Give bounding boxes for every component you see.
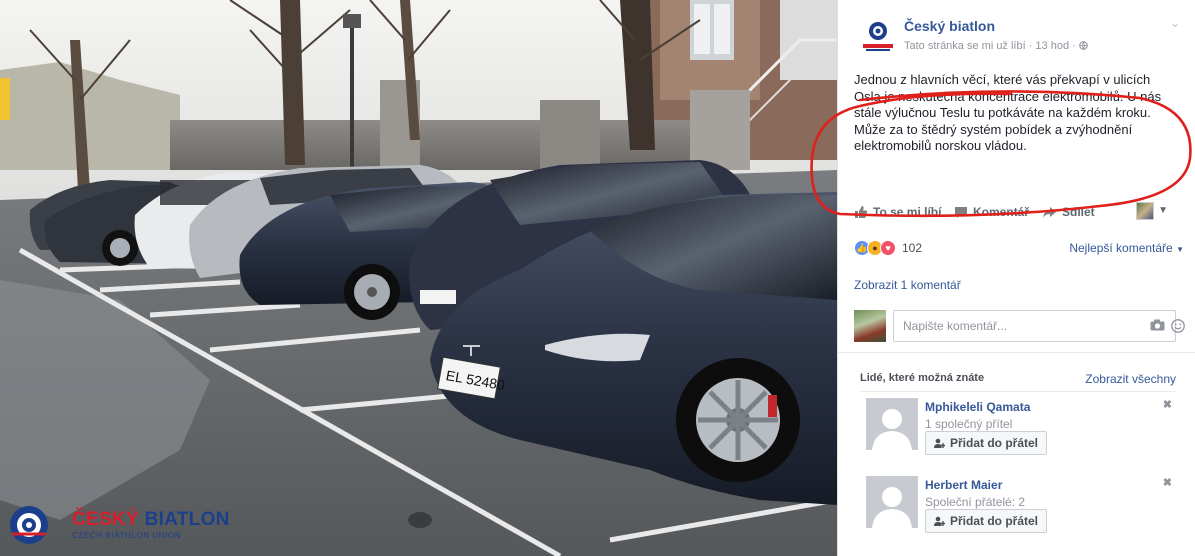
people-you-may-know-header: Lidé, které možná znáte Zobrazit všechny: [860, 372, 1176, 392]
share-icon: [1043, 206, 1056, 218]
post-header: Český biatlon Tato stránka se mi už líbí…: [854, 12, 1184, 62]
like-button[interactable]: To se mi líbí: [854, 205, 941, 219]
parking-lot-photo: EL 52480: [0, 0, 837, 556]
reactions-summary[interactable]: 👍 ● ♥ 102 Nejlepší komentáře ▼: [854, 238, 1184, 258]
post-photo[interactable]: EL 52480 ČESKÝ BIATLON CZECH BIATHLON UN…: [0, 0, 837, 556]
add-friend-icon: [934, 438, 945, 448]
person-name[interactable]: Mphikeleli Qamata: [925, 400, 1030, 414]
show-all-link[interactable]: Zobrazit všechny: [1085, 372, 1176, 386]
watermark-logo: ČESKÝ BIATLON CZECH BIATHLON UNION: [8, 504, 230, 546]
love-reaction-icon: ♥: [880, 240, 896, 256]
pymk-person: Herbert Maier Společní přátelé: 2 Přidat…: [866, 476, 1176, 538]
camera-icon[interactable]: [1150, 319, 1165, 331]
comment-icon: [955, 206, 967, 218]
pymk-person: Mphikeleli Qamata 1 společný přítel Přid…: [866, 398, 1176, 460]
post-text: Jednou z hlavních věcí, které vás překva…: [854, 72, 1162, 153]
add-friend-button[interactable]: Přidat do přátel: [925, 431, 1048, 455]
default-avatar-icon[interactable]: [866, 398, 918, 450]
caret-down-icon[interactable]: ▼: [1158, 205, 1168, 216]
add-friend-icon: [934, 516, 945, 526]
chevron-down-icon[interactable]: ⌄: [1170, 16, 1180, 30]
close-icon[interactable]: ✖: [1163, 398, 1172, 411]
person-name[interactable]: Herbert Maier: [925, 478, 1002, 492]
comment-composer: [854, 310, 1185, 342]
pymk-title: Lidé, které možná znáte: [860, 372, 985, 384]
divider: [838, 352, 1195, 353]
reactions-count[interactable]: 102: [902, 241, 922, 255]
comment-input[interactable]: [893, 310, 1176, 342]
page-name-link[interactable]: Český biatlon: [904, 18, 995, 34]
show-comments-link[interactable]: Zobrazit 1 komentář: [854, 278, 961, 292]
post-as-avatar[interactable]: [1136, 202, 1154, 220]
mutual-friends[interactable]: 1 společný přítel: [925, 417, 1012, 431]
add-friend-button[interactable]: Přidat do přátel: [925, 509, 1048, 533]
globe-icon: [1079, 41, 1088, 51]
best-comments-dropdown[interactable]: Nejlepší komentáře ▼: [1069, 241, 1184, 255]
post-meta: Tato stránka se mi už líbí · 13 hod ·: [904, 40, 1088, 52]
post-side-panel: Český biatlon Tato stránka se mi už líbí…: [837, 0, 1195, 556]
share-button[interactable]: Sdílet: [1042, 205, 1095, 219]
watermark-subtitle: CZECH BIATHLON UNION: [72, 531, 182, 540]
default-avatar-icon[interactable]: [866, 476, 918, 528]
user-avatar: [854, 310, 886, 342]
mutual-friends[interactable]: Společní přátelé: 2: [925, 495, 1025, 509]
page-avatar[interactable]: [858, 16, 898, 56]
biathlon-logo-icon: [10, 506, 48, 544]
post-actions: To se mi líbí Komentář Sdílet ▼: [854, 202, 1184, 224]
comment-button[interactable]: Komentář: [954, 205, 1029, 219]
watermark-title: ČESKÝ BIATLON: [72, 509, 230, 530]
close-icon[interactable]: ✖: [1163, 476, 1172, 489]
thumbs-up-icon: [855, 206, 868, 218]
emoji-icon[interactable]: [1171, 319, 1185, 333]
